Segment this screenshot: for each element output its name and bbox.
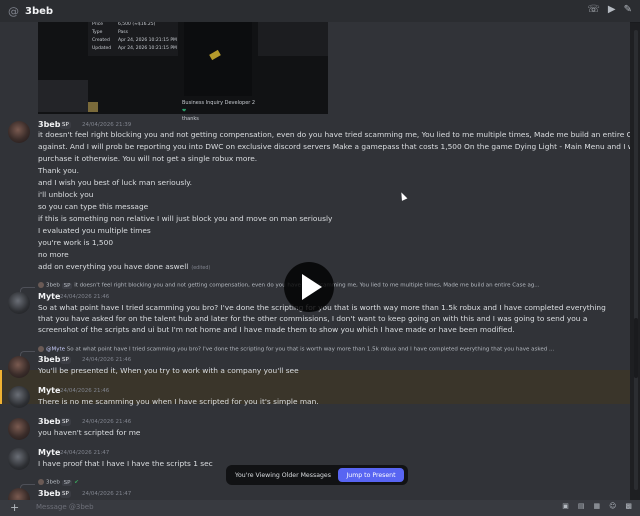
reply-avatar [38, 346, 44, 352]
message-line: add on everything you have done aswell (e… [38, 262, 210, 271]
embed-dark-image [184, 22, 252, 96]
message-line: it doesn't feel right blocking you and n… [38, 130, 630, 139]
reply-preview[interactable]: @Myte So at what point have I tried scam… [38, 346, 618, 353]
username[interactable]: Myte [38, 448, 60, 457]
reply-preview[interactable]: 3beb SP ✔ [38, 479, 238, 486]
avatar[interactable] [8, 448, 30, 470]
older-messages-bar: You're Viewing Older Messages Jump to Pr… [226, 465, 408, 485]
message-line: i'll unblock you [38, 190, 94, 199]
embed-row-value: Pass [118, 30, 128, 35]
message-line: purchase it otherwise. You will not get … [38, 154, 258, 163]
avatar[interactable] [8, 386, 30, 408]
scrollbar-thumb[interactable] [634, 318, 638, 378]
message-timestamp: 24/04/2026 21:47 [82, 491, 132, 497]
embed-small-icon [88, 102, 98, 112]
avatar[interactable] [8, 121, 30, 143]
embed-left-panel: Price 6,500 (≈$16.25) Type Pass Created … [88, 22, 178, 56]
older-messages-label: You're Viewing Older Messages [235, 471, 331, 479]
username[interactable]: 3beb [38, 489, 60, 498]
jump-to-present-button[interactable]: Jump to Present [338, 468, 404, 482]
embed-reaction: ❤ [182, 108, 187, 114]
embed-row-label: Price [92, 22, 103, 27]
embed-caption: Business Inquiry Developer 2 [182, 100, 256, 106]
message-line: if this is something non relative I will… [38, 214, 333, 223]
reply-username: @Myte [46, 346, 66, 353]
message-input[interactable]: Message @3beb [36, 503, 94, 511]
reply-username: 3beb [46, 282, 60, 289]
composer-actions: ▣ ▤ ▦ ☺ ▩ [562, 502, 632, 510]
play-icon[interactable] [284, 262, 334, 312]
embed-right-panel [258, 22, 328, 56]
message-timestamp: 24/04/2026 21:46 [60, 294, 110, 300]
dm-title: 3beb [25, 5, 54, 17]
header-actions: ☏ ▶ ✎ [587, 4, 632, 15]
message-text: There is no me scamming you when I have … [38, 397, 319, 406]
username[interactable]: 3beb [38, 417, 60, 426]
message-composer[interactable]: + Message @3beb ▣ ▤ ▦ ☺ ▩ [0, 500, 640, 516]
user-badge: SP [60, 356, 71, 364]
message-text: you haven't scripted for me [38, 428, 141, 437]
message-text: You'll be presented it, When you try to … [38, 366, 299, 375]
message-text: add on everything you have done aswell [38, 262, 189, 271]
embed-row-value: Apr 24, 2026 10:21:15 PM [118, 38, 177, 43]
embed-row-value: 6,500 (≈$16.25) [118, 22, 156, 27]
gif-icon[interactable]: ▤ [578, 502, 585, 510]
dm-header: @ 3beb ☏ ▶ ✎ [0, 0, 640, 23]
username[interactable]: 3beb [38, 355, 60, 364]
scrollbar-track[interactable] [634, 30, 638, 490]
apps-icon[interactable]: ▩ [625, 502, 632, 510]
username[interactable]: Myte [38, 292, 60, 301]
avatar[interactable] [8, 418, 30, 440]
embed-gold-item [209, 49, 221, 61]
checkmark-icon: ✔ [74, 479, 79, 486]
video-icon[interactable]: ▶ [608, 4, 616, 15]
reply-badge: SP [61, 282, 73, 289]
reply-avatar [38, 479, 44, 485]
reply-badge: SP [61, 479, 73, 486]
message-line: so you can type this message [38, 202, 149, 211]
user-badge: SP [60, 490, 71, 498]
embed-row-label: Type [92, 30, 103, 35]
message-line: I evaluated you multiple times [38, 226, 151, 235]
phone-icon[interactable]: ☏ [587, 4, 600, 15]
gift-icon[interactable]: ▣ [562, 502, 569, 510]
embedded-screenshot[interactable]: Price 6,500 (≈$16.25) Type Pass Created … [38, 22, 328, 122]
embed-thumbnail [38, 80, 88, 112]
avatar[interactable] [8, 356, 30, 378]
message-line: and I wish you best of luck man seriousl… [38, 178, 192, 187]
message-line: you're work is 1,500 [38, 238, 114, 247]
embed-row-label: Updated [92, 46, 112, 51]
sticker-icon[interactable]: ▦ [593, 502, 600, 510]
embed-row-label: Created [92, 38, 110, 43]
embed-row-value: Apr 24, 2026 10:21:15 PM [118, 46, 177, 51]
message-text: I have proof that I have I have the scri… [38, 459, 213, 468]
reply-text: So at what point have I tried scamming y… [66, 346, 555, 353]
emoji-icon[interactable]: ☺ [609, 502, 616, 510]
message-timestamp: 24/04/2026 21:46 [82, 357, 132, 363]
username[interactable]: Myte [38, 386, 60, 395]
username[interactable]: 3beb [38, 120, 60, 129]
edited-label: (edited) [191, 266, 211, 271]
pin-icon[interactable]: ✎ [624, 4, 632, 15]
message-line: Thank you. [38, 166, 79, 175]
message-timestamp: 24/04/2026 21:39 [82, 122, 132, 128]
message-text: So at what point have I tried scamming y… [38, 303, 606, 334]
user-badge: SP [60, 418, 71, 426]
message-timestamp: 24/04/2026 21:46 [82, 419, 132, 425]
add-attachment-icon[interactable]: + [10, 501, 19, 514]
embed-caption-2: thanks [182, 116, 199, 122]
avatar[interactable] [8, 292, 30, 314]
message-timestamp: 24/04/2026 21:46 [60, 388, 110, 394]
reply-avatar [38, 282, 44, 288]
at-icon: @ [8, 4, 19, 18]
mouse-cursor-icon [398, 191, 408, 201]
message-line: no more [38, 250, 69, 259]
message-list[interactable]: Price 6,500 (≈$16.25) Type Pass Created … [0, 22, 630, 500]
message-timestamp: 24/04/2026 21:47 [60, 450, 110, 456]
user-badge: SP [60, 121, 71, 129]
reply-username: 3beb [46, 479, 60, 486]
message-line: against. And I will prob be reporting yo… [38, 142, 630, 151]
